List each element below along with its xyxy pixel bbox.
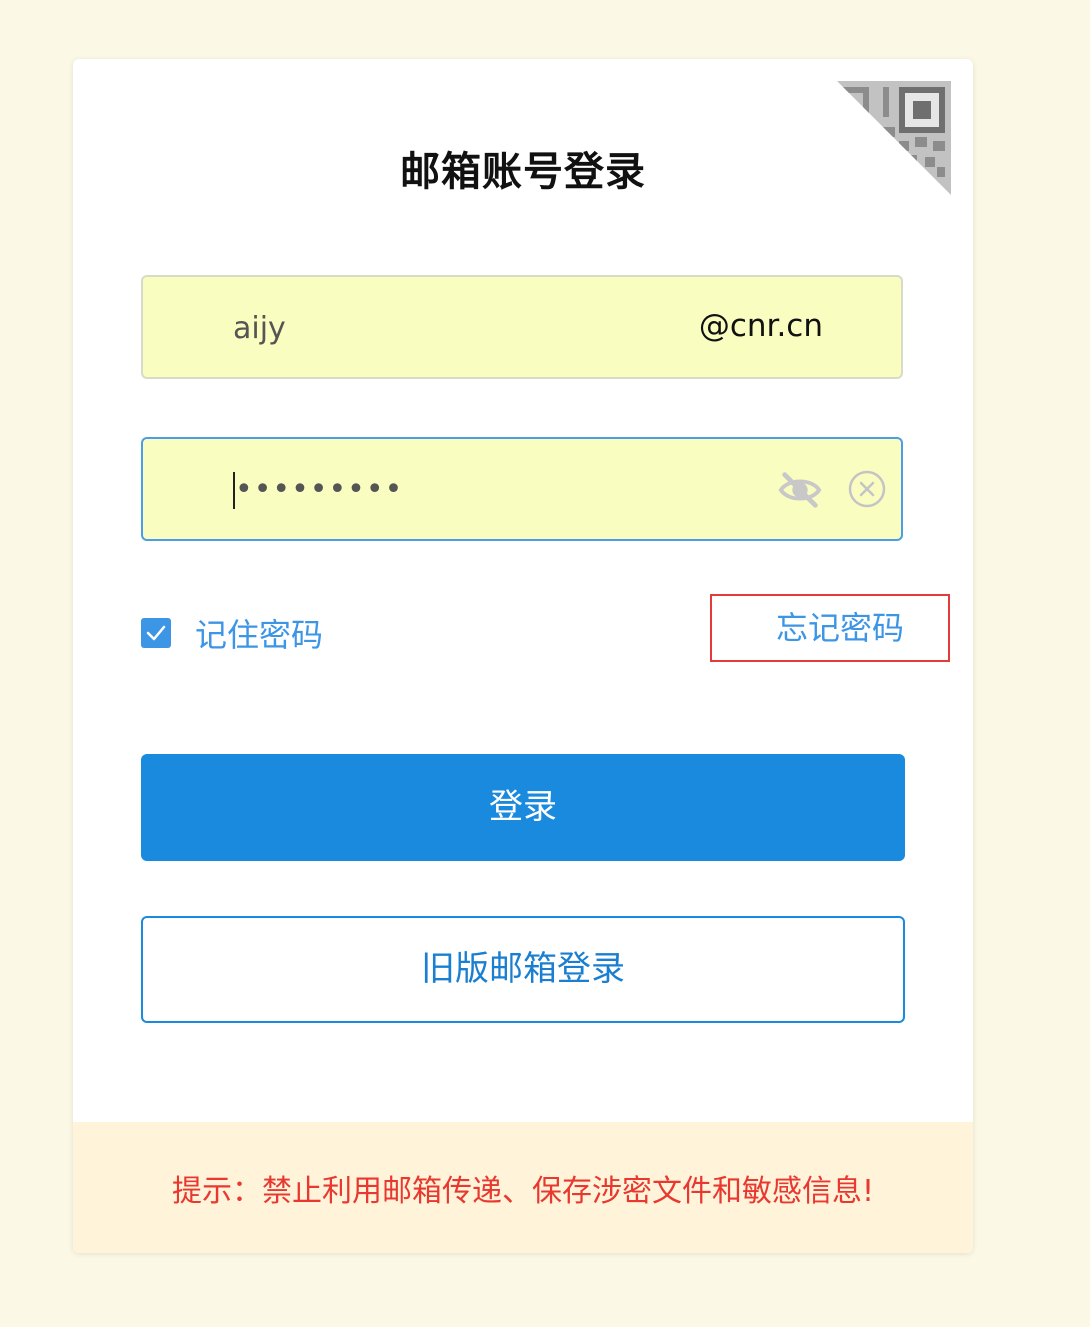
account-field[interactable]: aijy @cnr.cn	[141, 275, 903, 379]
domain-suffix: @cnr.cn	[698, 308, 823, 344]
remember-password-checkbox[interactable]: 记住密码	[141, 611, 323, 655]
security-notice: 提示：禁止利用邮箱传递、保存涉密文件和敏感信息!	[73, 1122, 973, 1253]
eye-off-icon[interactable]	[777, 467, 823, 513]
forgot-password-link[interactable]: 忘记密码	[710, 594, 950, 662]
password-field[interactable]: •••••••••	[141, 437, 903, 541]
notice-text: 提示：禁止利用邮箱传递、保存涉密文件和敏感信息!	[171, 1174, 875, 1209]
page-title: 邮箱账号登录	[400, 149, 646, 195]
remember-password-label[interactable]: 记住密码	[195, 610, 323, 656]
password-input[interactable]: •••••••••	[235, 472, 403, 507]
check-icon	[146, 625, 166, 641]
account-input[interactable]: aijy	[233, 311, 286, 346]
login-card: 邮箱账号登录 aijy @cnr.cn ••••••••• 记住密码 忘记密码 …	[73, 59, 973, 1253]
legacy-mail-login-button[interactable]: 旧版邮箱登录	[141, 916, 905, 1023]
checkbox[interactable]	[141, 618, 171, 648]
login-button[interactable]: 登录	[141, 754, 905, 861]
clear-circle-icon[interactable]	[847, 469, 887, 509]
